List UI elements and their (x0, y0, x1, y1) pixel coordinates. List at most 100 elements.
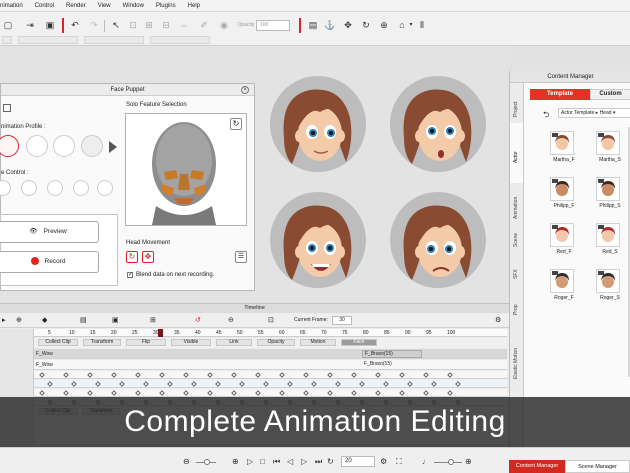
keyframe-marker[interactable] (399, 390, 405, 396)
clip-header-cell[interactable]: Flip (126, 339, 166, 346)
frame-ruler[interactable]: 5 10 15 20 25 30 35 40 45 50 55 60 65 70 75 80 85 90 95 100 (34, 329, 507, 337)
keyframe-track[interactable] (34, 380, 507, 388)
head-rotate-icon[interactable]: ↻ (126, 251, 138, 263)
keyframe-marker[interactable] (447, 390, 453, 396)
pin-icon[interactable]: ✐ (198, 19, 210, 31)
volume-slider-handle[interactable] (448, 459, 454, 465)
profile-thumb-4[interactable] (81, 135, 103, 157)
new-icon[interactable]: ▢ (2, 19, 14, 31)
keyframe-marker[interactable] (87, 372, 93, 378)
track-icon[interactable]: ▤ (80, 316, 87, 324)
tab-animation[interactable]: Animation (510, 183, 524, 223)
keyframe-marker[interactable] (311, 381, 317, 387)
keyframe-marker[interactable] (183, 372, 189, 378)
keyframe-marker[interactable] (383, 381, 389, 387)
settings-icon[interactable]: ⚙ (380, 457, 387, 466)
character-card[interactable]: Red_S (596, 223, 624, 258)
save-icon[interactable]: ▣ (44, 19, 56, 31)
next-arrow-icon[interactable] (109, 141, 117, 153)
keyframe-marker[interactable] (303, 372, 309, 378)
keyframe-marker[interactable] (279, 390, 285, 396)
audio-note-icon[interactable]: ♩ (422, 457, 430, 466)
menu-view[interactable]: View (98, 3, 111, 9)
playhead[interactable] (158, 329, 163, 337)
audio-icon[interactable]: ⦀ (416, 19, 428, 31)
eye-icon[interactable]: ◉ (218, 19, 230, 31)
clip-bravo[interactable]: F_Bravo(15) (362, 350, 422, 358)
profile-icon[interactable] (3, 104, 11, 112)
tab-custom[interactable]: Custom (590, 89, 630, 100)
profile-thumb-1[interactable] (0, 135, 19, 157)
character-card[interactable]: Philipp_F (550, 177, 578, 212)
control-thumb-4[interactable] (73, 180, 89, 196)
keyframe-marker[interactable] (255, 372, 261, 378)
keyframe-marker[interactable] (95, 381, 101, 387)
head-tilt-icon[interactable]: ✥ (142, 251, 154, 263)
keyframe-track[interactable] (34, 389, 507, 397)
keyframe-marker[interactable] (159, 372, 165, 378)
rotate-view-icon[interactable]: ↻ (360, 19, 372, 31)
play-button-icon[interactable]: ▷ (247, 457, 253, 466)
tab-scene[interactable]: Scene (510, 223, 524, 251)
keyframe-marker[interactable] (375, 390, 381, 396)
keyframe-marker[interactable] (47, 381, 53, 387)
preview-button[interactable]: 👁 Preview (0, 221, 99, 243)
breadcrumb[interactable]: Actor Template ▸ Head ▾ (558, 108, 630, 118)
menu-plugins[interactable]: Plugins (156, 3, 176, 9)
keyframe-marker[interactable] (71, 381, 77, 387)
breadcrumb-actor-template[interactable]: Actor Template (561, 110, 594, 116)
tab-actor[interactable]: Actor (510, 123, 524, 183)
keyframe-marker[interactable] (263, 381, 269, 387)
keyframe-marker[interactable] (335, 381, 341, 387)
zoom-out-icon[interactable]: ⊖ (183, 457, 190, 466)
play-icon[interactable]: ▸ (2, 316, 6, 324)
keyframe-marker[interactable] (351, 390, 357, 396)
menu-animation[interactable]: nimation (0, 3, 23, 9)
tab-prop[interactable]: Prop (510, 287, 524, 319)
zoom-out-icon[interactable]: ⊖ (228, 316, 234, 324)
keyframe-marker[interactable] (159, 390, 165, 396)
tab-content-manager[interactable]: Content Manager (509, 460, 565, 473)
next-key-icon[interactable]: ⏭ (315, 457, 322, 467)
keyframe-marker[interactable] (239, 381, 245, 387)
character-card[interactable]: Martha_F (550, 131, 578, 166)
position-field[interactable] (18, 36, 78, 44)
rotate-tool-icon[interactable]: ⊞ (143, 19, 155, 31)
keyframe-marker[interactable] (135, 390, 141, 396)
keyframe-marker[interactable] (447, 372, 453, 378)
record-button[interactable]: Record (0, 251, 99, 273)
reset-icon[interactable]: ↻ (230, 118, 242, 130)
keyframe-marker[interactable] (399, 372, 405, 378)
keyframe-marker[interactable] (375, 372, 381, 378)
character-card[interactable]: Red_F (550, 223, 578, 258)
opacity-input[interactable]: 100 (256, 20, 290, 31)
character-card[interactable]: Roger_S (596, 269, 624, 304)
menu-window[interactable]: Window (123, 3, 144, 9)
key-icon[interactable]: ◆ (42, 316, 47, 324)
keyframe-marker[interactable] (167, 381, 173, 387)
prev-frame-icon[interactable]: ◁ (287, 457, 293, 466)
keyframe-marker[interactable] (327, 372, 333, 378)
keyframe-marker[interactable] (215, 381, 221, 387)
current-frame-input[interactable]: 30 (332, 316, 352, 325)
filter-icon[interactable]: ⊞ (150, 316, 156, 324)
menu-help[interactable]: Help (188, 3, 200, 9)
zoom-icon[interactable]: ⊕ (378, 19, 390, 31)
anchor-icon[interactable]: ⚓ (324, 19, 336, 31)
x-field[interactable] (2, 36, 12, 44)
tab-elastic-motion[interactable]: Elastic Motion (510, 319, 524, 383)
solo-feature-box[interactable]: ↻ (125, 113, 247, 226)
track-row[interactable]: F_Wow F_Bravo(15) (34, 360, 507, 370)
keyframe-marker[interactable] (39, 372, 45, 378)
layer-icon[interactable]: ▣ (112, 316, 119, 324)
zoom-in-icon[interactable]: ⊕ (16, 316, 22, 324)
character-card[interactable]: Philipp_S (596, 177, 624, 212)
tab-project[interactable]: Project (510, 83, 524, 123)
keyframe-marker[interactable] (87, 390, 93, 396)
zoom-in-icon[interactable]: ⊕ (232, 457, 239, 466)
prev-key-icon[interactable]: ⏮ (273, 457, 280, 467)
fullscreen-icon[interactable]: ⛶ (396, 457, 402, 467)
keyframe-marker[interactable] (207, 372, 213, 378)
keyframe-track[interactable] (34, 371, 507, 379)
list-icon[interactable]: ☰ (235, 251, 247, 263)
